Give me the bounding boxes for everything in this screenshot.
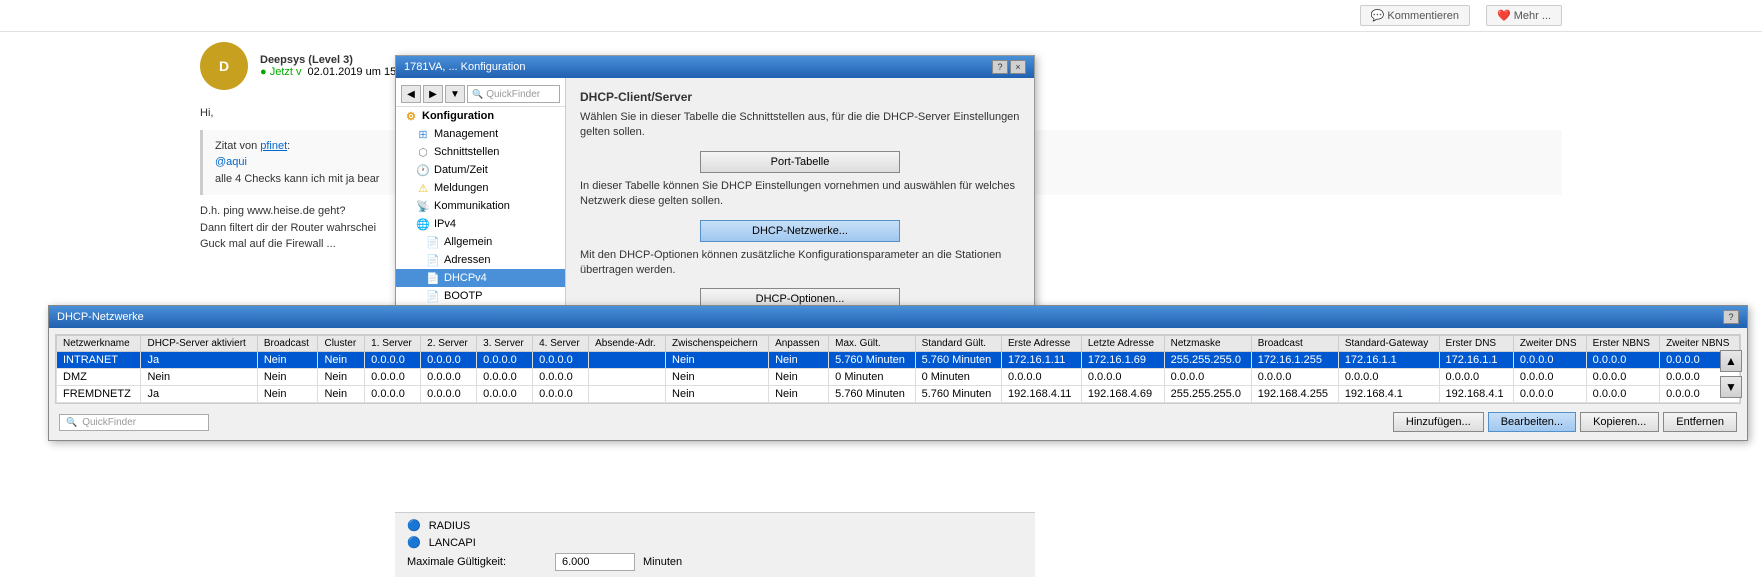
nav-down-button[interactable]: ▼: [445, 85, 465, 103]
quote-author-link[interactable]: pfinet: [260, 140, 287, 152]
col-std-gult: Standard Gült.: [915, 336, 1001, 352]
config-title: 1781VA, ... Konfiguration: [404, 61, 526, 73]
col-server2: 2. Server: [421, 336, 477, 352]
nav-back-button[interactable]: ◀: [401, 85, 421, 103]
dhcpv4-icon: 📄: [426, 271, 440, 285]
col-dhcp-aktiviert: DHCP-Server aktiviert: [141, 336, 257, 352]
content-title: DHCP-Client/Server: [580, 90, 1020, 104]
col-netzwerkname: Netzwerkname: [57, 336, 141, 352]
nav-item-kommunikation[interactable]: 📡 Kommunikation: [396, 197, 565, 215]
nav-item-meldungen[interactable]: ⚠ Meldungen: [396, 179, 565, 197]
dhcp-table-wrapper: Netzwerkname DHCP-Server aktiviert Broad…: [55, 334, 1741, 404]
dhcp-help-button[interactable]: ?: [1723, 310, 1739, 324]
dhcp-footer: 🔍 QuickFinder Hinzufügen... Bearbeiten..…: [55, 410, 1741, 434]
bootp-icon: 📄: [426, 289, 440, 303]
col-server4: 4. Server: [533, 336, 589, 352]
col-broadcast: Broadcast: [257, 336, 318, 352]
avatar: D: [200, 42, 248, 90]
config-nav: ◀ ▶ ▼ 🔍 QuickFinder ⚙ Konfiguration ⊞ Ma…: [396, 78, 566, 328]
col-nbns1: Erster NBNS: [1586, 336, 1659, 352]
table-row[interactable]: INTRANETJaNeinNein0.0.0.00.0.0.00.0.0.00…: [57, 352, 1740, 369]
lancapi-label: LANCAPI: [429, 537, 476, 549]
kommentieren-button[interactable]: 💬 Kommentieren: [1360, 5, 1470, 26]
footer-buttons: Hinzufügen... Bearbeiten... Kopieren... …: [1393, 412, 1737, 432]
col-cluster: Cluster: [318, 336, 365, 352]
nav-item-konfiguration[interactable]: ⚙ Konfiguration: [396, 107, 565, 125]
nav-forward-button[interactable]: ▶: [423, 85, 443, 103]
maximale-input[interactable]: [555, 553, 635, 571]
config-help-button[interactable]: ?: [992, 60, 1008, 74]
dhcp-netzwerke-button[interactable]: DHCP-Netzwerke...: [700, 220, 900, 242]
kopieren-button[interactable]: Kopieren...: [1580, 412, 1659, 432]
config-content: DHCP-Client/Server Wählen Sie in dieser …: [566, 78, 1034, 328]
col-netzmaske: Netzmaske: [1164, 336, 1251, 352]
col-erste-adr: Erste Adresse: [1002, 336, 1082, 352]
forum-status: ● Jetzt v: [260, 66, 302, 78]
dhcp-title: DHCP-Netzwerke: [57, 311, 144, 323]
management-icon: ⊞: [416, 127, 430, 141]
col-server3: 3. Server: [477, 336, 533, 352]
nav-item-adressen[interactable]: 📄 Adressen: [396, 251, 565, 269]
scroll-up-button[interactable]: ▲: [1720, 350, 1742, 372]
config-close-button[interactable]: ×: [1010, 60, 1026, 74]
col-absende: Absende-Adr.: [589, 336, 666, 352]
ipv4-icon: 🌐: [416, 217, 430, 231]
bearbeiten-button[interactable]: Bearbeiten...: [1488, 412, 1576, 432]
col-server1: 1. Server: [365, 336, 421, 352]
content-desc1: Wählen Sie in dieser Tabelle die Schnitt…: [580, 110, 1020, 141]
nav-item-allgemein[interactable]: 📄 Allgemein: [396, 233, 565, 251]
nav-item-datumzeit[interactable]: 🕐 Datum/Zeit: [396, 161, 565, 179]
col-dns1: Erster DNS: [1439, 336, 1513, 352]
datumzeit-icon: 🕐: [416, 163, 430, 177]
dhcp-search[interactable]: 🔍 QuickFinder: [59, 414, 209, 431]
nav-toolbar: ◀ ▶ ▼ 🔍 QuickFinder: [396, 82, 565, 107]
maximale-label: Maximale Gültigkeit:: [407, 556, 547, 568]
col-zwischen: Zwischenspeichern: [666, 336, 769, 352]
col-broadcast-addr: Broadcast: [1251, 336, 1338, 352]
col-gateway: Standard-Gateway: [1338, 336, 1439, 352]
content-desc2: In dieser Tabelle können Sie DHCP Einste…: [580, 179, 1020, 210]
scroll-down-button[interactable]: ▼: [1720, 376, 1742, 398]
entfernen-button[interactable]: Entfernen: [1663, 412, 1737, 432]
table-row[interactable]: FREMDNETZJaNeinNein0.0.0.00.0.0.00.0.0.0…: [57, 386, 1740, 403]
dhcp-table: Netzwerkname DHCP-Server aktiviert Broad…: [56, 335, 1740, 403]
table-row[interactable]: DMZNeinNeinNein0.0.0.00.0.0.00.0.0.00.0.…: [57, 369, 1740, 386]
nav-item-bootp[interactable]: 📄 BOOTP: [396, 287, 565, 305]
meldungen-icon: ⚠: [416, 181, 430, 195]
port-tabelle-button[interactable]: Port-Tabelle: [700, 151, 900, 173]
mehr-button[interactable]: ❤️ Mehr ...: [1486, 5, 1562, 26]
allgemein-icon: 📄: [426, 235, 440, 249]
bottom-config: 🔵 RADIUS 🔵 LANCAPI Maximale Gültigkeit: …: [395, 512, 1035, 577]
minuten-label: Minuten: [643, 556, 682, 568]
right-scroll-arrows: ▲ ▼: [1720, 350, 1742, 398]
radius-label: RADIUS: [429, 520, 471, 532]
konfiguration-icon: ⚙: [404, 109, 418, 123]
dhcp-networks-dialog: DHCP-Netzwerke ? Netzwerkname DHCP-Serve…: [48, 305, 1748, 441]
nav-item-ipv4[interactable]: 🌐 IPv4: [396, 215, 565, 233]
nav-search-input[interactable]: 🔍 QuickFinder: [467, 85, 560, 103]
content-desc3: Mit den DHCP-Optionen können zusätzliche…: [580, 248, 1020, 279]
adressen-icon: 📄: [426, 253, 440, 267]
col-dns2: Zweiter DNS: [1513, 336, 1586, 352]
hinzufugen-button[interactable]: Hinzufügen...: [1393, 412, 1484, 432]
nav-item-schnittstellen[interactable]: ⬡ Schnittstellen: [396, 143, 565, 161]
col-max-gult: Max. Gült.: [829, 336, 915, 352]
col-anpassen: Anpassen: [769, 336, 829, 352]
kommunikation-icon: 📡: [416, 199, 430, 213]
dhcp-titlebar: DHCP-Netzwerke ?: [49, 306, 1747, 328]
schnittstellen-icon: ⬡: [416, 145, 430, 159]
config-titlebar: 1781VA, ... Konfiguration ? ×: [396, 56, 1034, 78]
nav-item-dhcpv4[interactable]: 📄 DHCPv4: [396, 269, 565, 287]
config-dialog: 1781VA, ... Konfiguration ? × ◀ ▶ ▼ 🔍 Qu…: [395, 55, 1035, 329]
col-letzte-adr: Letzte Adresse: [1081, 336, 1164, 352]
nav-item-management[interactable]: ⊞ Management: [396, 125, 565, 143]
